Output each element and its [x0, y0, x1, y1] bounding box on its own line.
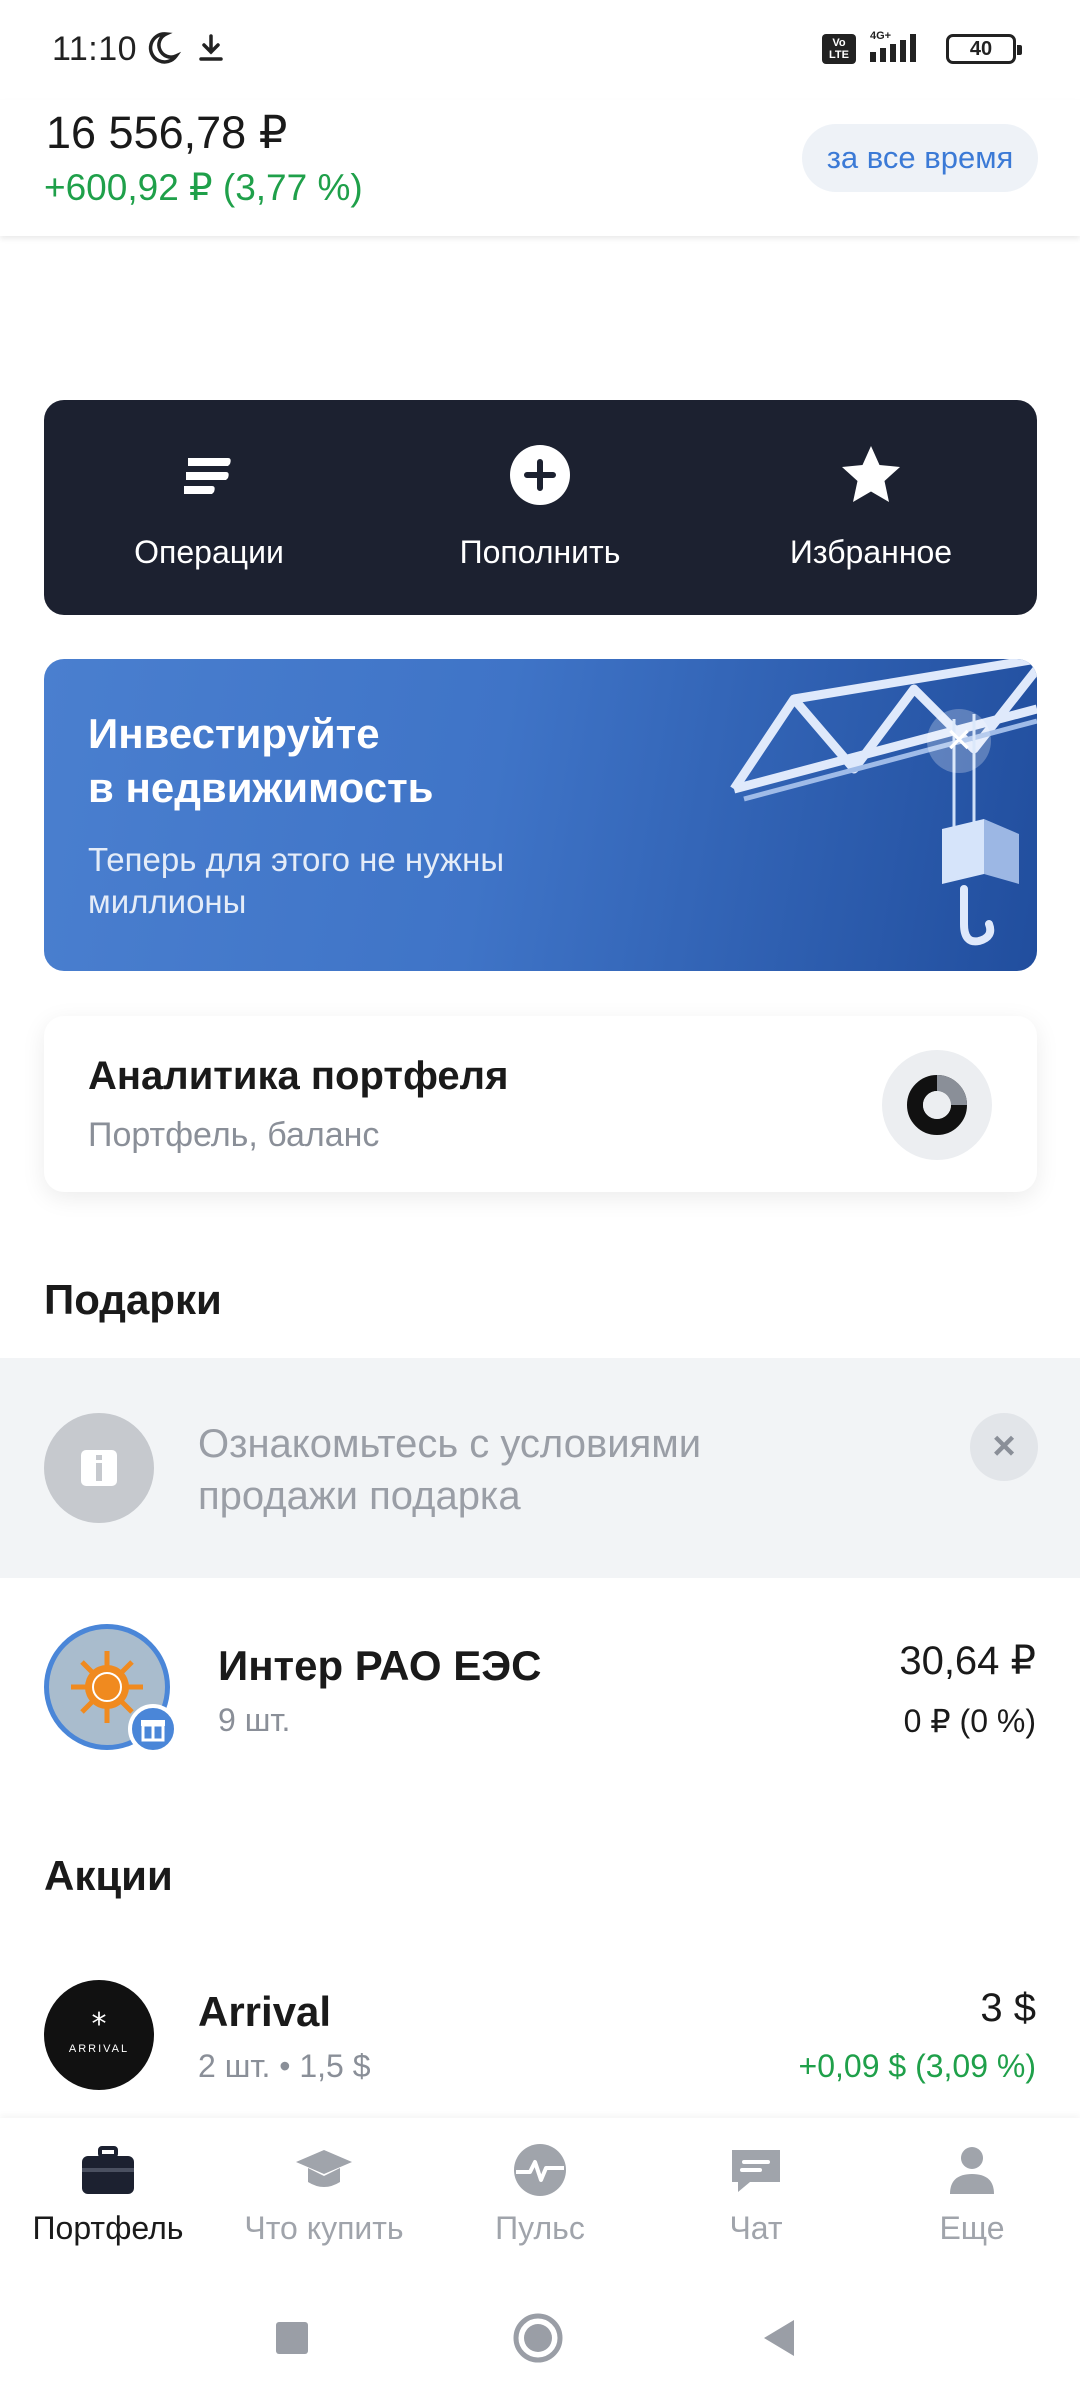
- moon-icon: [148, 32, 182, 64]
- asset-change: +0,09 $ (3,09 %): [798, 2048, 1036, 2084]
- star-icon: [842, 446, 900, 502]
- asset-quantity: 2 шт. • 1,5 $: [198, 2048, 371, 2084]
- nav-portfolio-label: Портфель: [32, 2210, 184, 2246]
- stock-asset-row[interactable]: * ARRIVAL Arrival 2 шт. • 1,5 $ 3 $ +0,0…: [0, 1960, 1080, 2140]
- donut-chart-icon: [907, 1075, 967, 1135]
- nav-pulse-label: Пульс: [495, 2210, 585, 2246]
- battery-icon: 40: [946, 34, 1022, 64]
- bottom-navigation: Портфель Что купить Пульс Чат Еще: [0, 2118, 1080, 2278]
- balance-change: +600,92 ₽ (3,77 %): [44, 167, 363, 208]
- operations-label: Операции: [134, 534, 284, 570]
- arrival-logo-text: ARRIVAL: [69, 2043, 129, 2055]
- asset-name: Интер РАО ЕЭС: [218, 1642, 542, 1689]
- notice-line1: Ознакомьтесь с условиями: [198, 1422, 702, 1466]
- promo-close-button[interactable]: ×: [927, 709, 991, 773]
- nav-chat[interactable]: Чат: [648, 2118, 864, 2278]
- network-type-label: 4G+: [870, 30, 891, 42]
- period-selector[interactable]: за все время: [802, 124, 1038, 192]
- back-icon[interactable]: [750, 2308, 810, 2368]
- nav-pulse[interactable]: Пульс: [432, 2118, 648, 2278]
- favorites-button[interactable]: Избранное: [706, 400, 1036, 615]
- briefcase-icon: [82, 2146, 134, 2194]
- promo-title: Инвестируйте в недвижимость: [88, 707, 433, 815]
- system-navigation: [0, 2278, 1080, 2400]
- promo-subtitle: Теперь для этого не нужны миллионы: [88, 839, 608, 923]
- top-up-label: Пополнить: [459, 534, 621, 570]
- info-icon: [44, 1413, 154, 1523]
- status-time: 11:10: [52, 30, 138, 68]
- nav-more[interactable]: Еще: [864, 2118, 1080, 2278]
- promo-subtitle-line1: Теперь для этого не нужны: [88, 841, 505, 878]
- balance-value: 16 556,78 ₽: [46, 107, 288, 158]
- close-icon: ×: [946, 715, 972, 764]
- quick-actions-card: Операции Пополнить Избранное: [44, 400, 1037, 615]
- promo-title-line2: в недвижимость: [88, 764, 434, 811]
- nav-what-to-buy[interactable]: Что купить: [216, 2118, 432, 2278]
- gifts-section-title: Подарки: [44, 1276, 222, 1323]
- home-icon[interactable]: [508, 2308, 568, 2368]
- portfolio-analytics-card[interactable]: Аналитика портфеля Портфель, баланс: [44, 1016, 1037, 1192]
- favorites-label: Избранное: [789, 534, 953, 570]
- stocks-section-title: Акции: [44, 1852, 173, 1899]
- nav-more-label: Еще: [939, 2210, 1005, 2246]
- signal-icon: 4G+: [870, 30, 916, 62]
- arrival-logo: * ARRIVAL: [44, 1980, 154, 2090]
- volte-icon: Vo LTE: [822, 34, 856, 64]
- notice-text: Ознакомьтесь с условиями продажи подарка: [198, 1418, 701, 1522]
- portfolio-header: 16 556,78 ₽ +600,92 ₽ (3,77 %) за все вр…: [0, 100, 1080, 236]
- asset-quantity: 9 шт.: [218, 1702, 291, 1738]
- analytics-title: Аналитика портфеля: [88, 1054, 509, 1098]
- close-icon: ×: [992, 1424, 1016, 1468]
- download-icon: [199, 34, 223, 61]
- nav-chat-label: Чат: [729, 2210, 783, 2246]
- volte-label: Vo LTE: [829, 37, 849, 61]
- promo-title-line1: Инвестируйте: [88, 710, 380, 757]
- operations-button[interactable]: Операции: [44, 400, 374, 615]
- operations-icon: [184, 458, 231, 494]
- analytics-icon-wrapper: [882, 1050, 992, 1160]
- asset-price: 30,64 ₽: [899, 1639, 1036, 1683]
- notice-close-button[interactable]: ×: [970, 1413, 1038, 1481]
- promo-banner[interactable]: Инвестируйте в недвижимость Теперь для э…: [44, 659, 1037, 971]
- crane-illustration: [730, 659, 1037, 946]
- nav-portfolio[interactable]: Портфель: [0, 2118, 216, 2278]
- gift-badge-icon: [128, 1704, 178, 1754]
- promo-subtitle-line2: миллионы: [88, 883, 247, 920]
- pulse-icon: [514, 2144, 566, 2196]
- asset-name: Arrival: [198, 1988, 332, 2035]
- graduation-cap-icon: [296, 2150, 352, 2187]
- nav-what-to-buy-label: Что купить: [244, 2210, 404, 2246]
- notice-line2: продажи подарка: [198, 1474, 521, 1518]
- battery-level: 40: [969, 38, 993, 60]
- gift-asset-row[interactable]: Интер РАО ЕЭС 9 шт. 30,64 ₽ 0 ₽ (0 %): [0, 1602, 1080, 1782]
- profile-icon: [950, 2147, 994, 2194]
- svg-text:*: *: [92, 2007, 107, 2042]
- analytics-subtitle: Портфель, баланс: [88, 1116, 380, 1154]
- top-up-button[interactable]: Пополнить: [375, 400, 705, 615]
- asset-price: 3 $: [980, 1986, 1036, 2030]
- plus-circle-icon: [510, 445, 570, 505]
- chat-icon: [732, 2150, 780, 2192]
- recent-apps-icon[interactable]: [262, 2308, 322, 2368]
- asset-change: 0 ₽ (0 %): [903, 1703, 1036, 1739]
- status-bar: 11:10 Vo LTE 4G+ 40: [0, 0, 1080, 100]
- gift-sale-notice[interactable]: Ознакомьтесь с условиями продажи подарка…: [0, 1358, 1080, 1578]
